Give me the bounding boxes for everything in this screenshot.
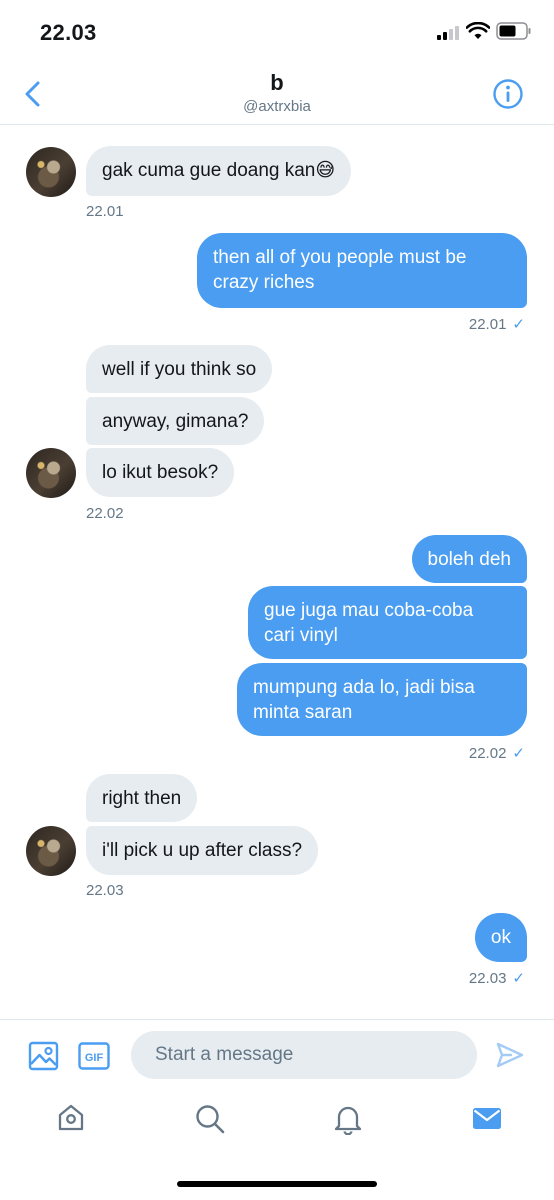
read-check-icon: ✓ — [512, 316, 525, 333]
message-timestamp: 22.01 ✓ — [469, 315, 525, 333]
message-text: lo ikut besok? — [102, 462, 219, 483]
status-bar: 22.03 — [0, 0, 554, 64]
conversation-header: b @axtrxbia — [0, 64, 554, 125]
incoming-message[interactable]: lo ikut besok? — [86, 448, 235, 497]
read-check-icon: ✓ — [512, 745, 525, 762]
incoming-message[interactable]: well if you think so — [86, 345, 273, 393]
timestamp-text: 22.01 — [468, 316, 507, 333]
home-icon[interactable] — [56, 1103, 86, 1133]
avatar[interactable] — [26, 147, 76, 197]
wifi-icon — [466, 22, 490, 39]
status-time: 22.03 — [40, 20, 97, 45]
message-timestamp: 22.03 — [86, 882, 124, 899]
gif-icon[interactable]: GIF — [78, 1042, 110, 1070]
message-timestamp: 22.02 ✓ — [469, 744, 525, 762]
message-timestamp: 22.03 ✓ — [469, 969, 525, 987]
signal-icon — [437, 26, 459, 40]
message-text: ok — [490, 927, 511, 948]
message-text: gak cuma gue doang kan😅 — [102, 160, 336, 181]
message-text: boleh deh — [427, 549, 511, 570]
message-text: anyway, gimana? — [102, 411, 249, 432]
info-icon[interactable] — [492, 78, 524, 110]
search-icon[interactable] — [194, 1103, 226, 1135]
message-timestamp: 22.01 — [86, 203, 124, 220]
outgoing-message[interactable]: boleh deh — [411, 535, 527, 583]
incoming-message[interactable]: right then — [86, 774, 198, 822]
avatar[interactable] — [26, 448, 76, 498]
gif-label: GIF — [85, 1052, 104, 1064]
send-icon[interactable] — [495, 1040, 525, 1070]
bottom-tab-bar — [0, 1095, 554, 1155]
outgoing-message[interactable]: then all of you people must be crazy ric… — [197, 233, 527, 308]
image-icon[interactable] — [28, 1040, 60, 1072]
avatar[interactable] — [26, 826, 76, 876]
message-text-line-2: cari vinyl — [264, 625, 338, 646]
message-text-line-2: crazy riches — [213, 272, 315, 293]
incoming-message[interactable]: anyway, gimana? — [86, 397, 265, 445]
message-text-line-1: gue juga mau coba-coba — [264, 600, 474, 621]
timestamp-text: 22.03 — [468, 970, 507, 987]
conversation-handle[interactable]: @axtrxbia — [0, 98, 554, 115]
incoming-message[interactable]: i'll pick u up after class? — [86, 826, 319, 875]
outgoing-message[interactable]: ok — [474, 913, 527, 962]
outgoing-message[interactable]: mumpung ada lo, jadi bisa minta saran — [237, 663, 527, 736]
incoming-message[interactable]: gak cuma gue doang kan😅 — [86, 146, 352, 196]
message-text: right then — [102, 788, 182, 809]
conversation-title[interactable]: b — [0, 70, 554, 96]
message-timestamp: 22.02 — [86, 505, 124, 522]
message-text: i'll pick u up after class? — [102, 840, 303, 861]
message-input[interactable] — [131, 1031, 477, 1079]
battery-icon — [496, 22, 531, 40]
read-check-icon: ✓ — [512, 970, 525, 987]
timestamp-text: 22.02 — [468, 745, 507, 762]
message-text-line-2: minta saran — [253, 702, 353, 723]
home-indicator — [177, 1181, 377, 1187]
message-text: well if you think so — [102, 359, 257, 380]
message-text-line-1: then all of you people must be — [213, 247, 467, 268]
bell-icon[interactable] — [333, 1103, 363, 1135]
message-composer: GIF — [0, 1019, 554, 1090]
mail-icon[interactable] — [472, 1103, 502, 1133]
message-text-line-1: mumpung ada lo, jadi bisa — [253, 677, 475, 698]
outgoing-message[interactable]: gue juga mau coba-coba cari vinyl — [248, 586, 527, 659]
